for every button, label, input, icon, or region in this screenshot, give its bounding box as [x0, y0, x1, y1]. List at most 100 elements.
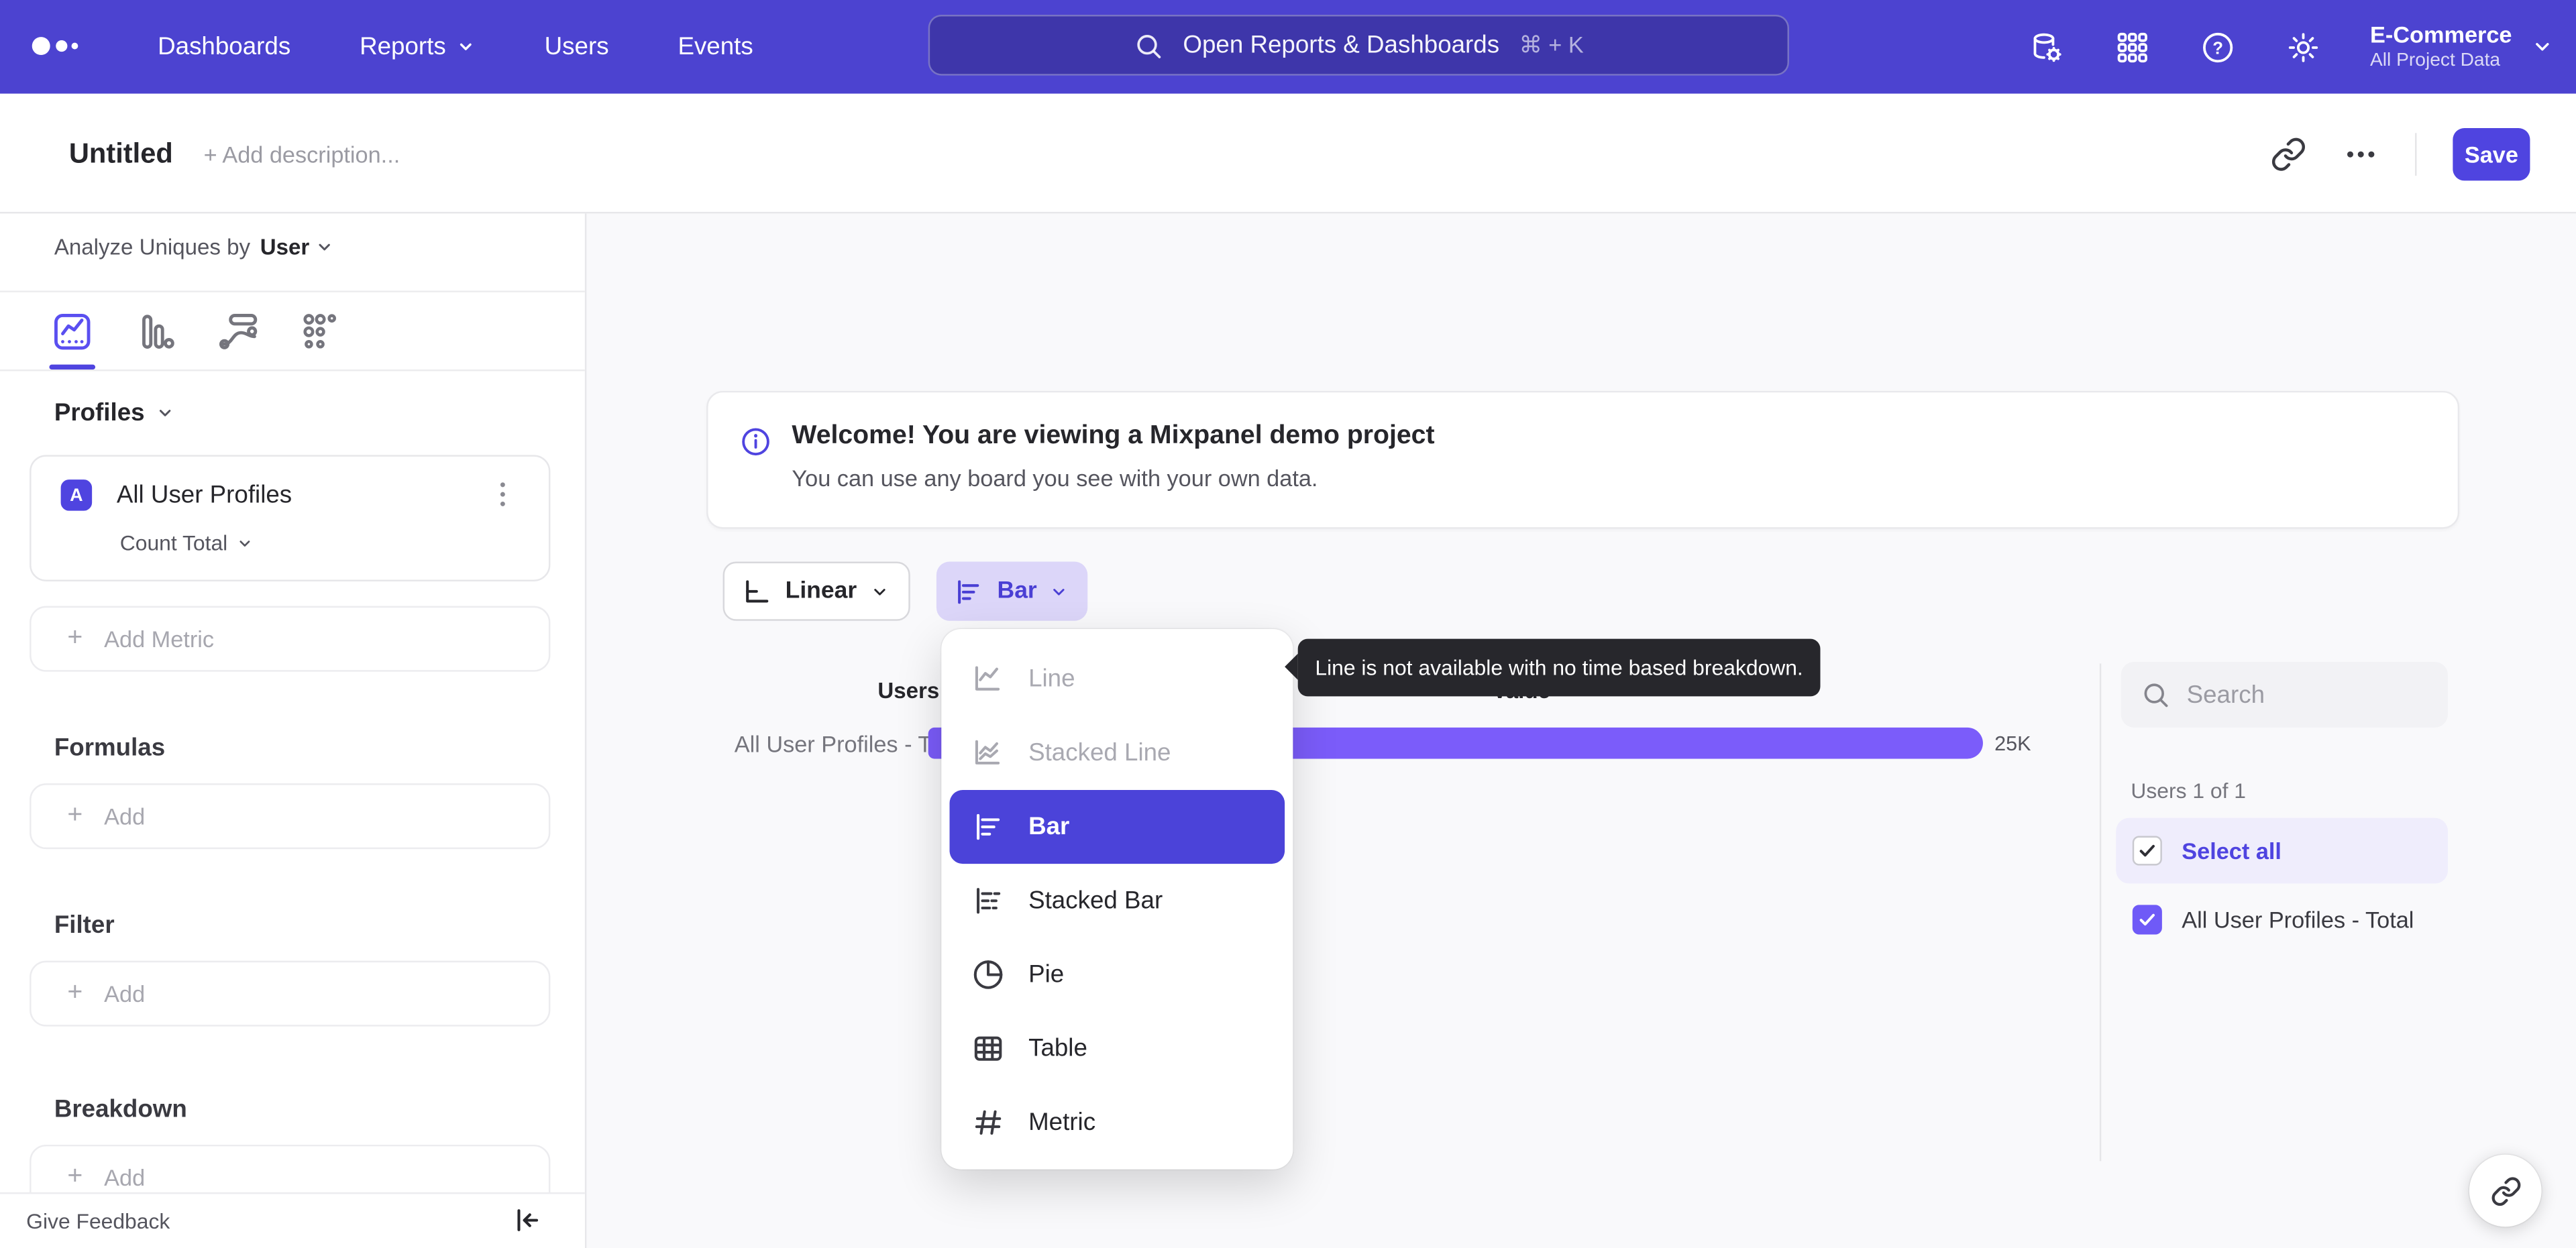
add-filter-button[interactable]: + Add: [30, 960, 551, 1027]
nav-dashboards-label: Dashboards: [158, 32, 291, 61]
bar-chart-icon: [977, 813, 1000, 840]
stacked-line-chart-icon: [975, 740, 1000, 764]
give-feedback-link[interactable]: Give Feedback: [26, 1208, 170, 1233]
add-breakdown-label: Add: [104, 1164, 146, 1191]
search-icon: [1137, 34, 1161, 58]
metric-card[interactable]: A All User Profiles Count Total: [30, 455, 551, 581]
chart-type-button[interactable]: Bar: [936, 561, 1088, 621]
tab-funnels[interactable]: [131, 308, 178, 355]
query-builder-sidebar: Analyze Uniques by User Profiles A All U…: [0, 213, 587, 1248]
menu-item-stacked-bar-label: Stacked Bar: [1028, 887, 1163, 915]
line-chart-icon: [975, 666, 1000, 691]
add-formula-label: Add: [104, 803, 146, 830]
chart-type-dropdown: Line Stacked Line Bar Stacked Bar Pie Ta…: [941, 628, 1293, 1170]
stacked-bar-chart-icon: [977, 888, 1001, 914]
add-metric-label: Add Metric: [104, 626, 215, 653]
profiles-section-header[interactable]: Profiles: [54, 399, 174, 427]
series-row[interactable]: All User Profiles - Total: [2116, 890, 2448, 949]
series-checkbox[interactable]: [2132, 905, 2162, 935]
menu-item-table[interactable]: Table: [950, 1012, 1285, 1086]
nav-reports[interactable]: Reports: [360, 33, 476, 61]
table-icon: [974, 1036, 1002, 1061]
mixpanel-logo-icon[interactable]: [26, 23, 92, 69]
add-metric-button[interactable]: + Add Metric: [30, 606, 551, 672]
demo-banner: Welcome! You are viewing a Mixpanel demo…: [706, 390, 2460, 529]
menu-item-metric[interactable]: Metric: [950, 1086, 1285, 1159]
more-options-button[interactable]: [2343, 135, 2379, 172]
plus-icon: +: [67, 978, 83, 1007]
pie-chart-icon: [973, 960, 1003, 989]
share-link-fab[interactable]: [2469, 1154, 2542, 1227]
help-icon[interactable]: ?: [2199, 29, 2235, 65]
global-search-input[interactable]: Open Reports & Dashboards ⌘ + K: [928, 15, 1789, 76]
sidebar-tabs: [0, 292, 585, 372]
menu-item-line-label: Line: [1028, 665, 1075, 693]
data-management-icon[interactable]: [2029, 29, 2065, 65]
apps-grid-icon[interactable]: [2114, 29, 2150, 65]
report-header: Untitled + Add description... Save: [0, 93, 2576, 214]
nav-events[interactable]: Events: [678, 33, 753, 61]
analyze-entity-value: User: [260, 235, 310, 260]
bar-chart-icon: [958, 579, 979, 604]
scale-selector-button[interactable]: Linear: [722, 561, 910, 621]
menu-item-stacked-line[interactable]: Stacked Line: [950, 716, 1285, 790]
global-search-placeholder: Open Reports & Dashboards: [1183, 31, 1500, 60]
settings-gear-icon[interactable]: [2285, 29, 2321, 65]
chevron-down-icon: [319, 243, 331, 251]
select-all-label: Select all: [2182, 837, 2282, 864]
formulas-section-title: Formulas: [54, 734, 166, 762]
add-formula-button[interactable]: + Add: [30, 783, 551, 850]
chart-type-label: Bar: [997, 578, 1037, 605]
menu-item-bar[interactable]: Bar: [949, 789, 1285, 864]
nav-dashboards[interactable]: Dashboards: [158, 33, 290, 61]
scale-label: Linear: [785, 578, 857, 605]
nav-users-label: Users: [544, 32, 609, 61]
top-nav-right: ? E-Commerce All Project Data: [2029, 0, 2553, 94]
tooltip-arrow: [1285, 653, 1298, 680]
nav-events-label: Events: [678, 32, 753, 61]
select-all-checkbox[interactable]: [2132, 836, 2162, 866]
project-scope: All Project Data: [2369, 50, 2501, 71]
chevron-down-icon: [160, 410, 171, 416]
check-icon: [2139, 913, 2155, 926]
banner-subtitle: You can use any board you see with your …: [792, 465, 1318, 492]
menu-item-stacked-bar[interactable]: Stacked Bar: [950, 864, 1285, 938]
menu-item-metric-label: Metric: [1028, 1109, 1096, 1137]
analyze-prefix-label: Analyze Uniques by: [54, 235, 251, 260]
series-search-placeholder: Search: [2186, 681, 2265, 709]
analyze-entity-dropdown[interactable]: User: [260, 235, 334, 260]
menu-item-line[interactable]: Line: [950, 642, 1285, 716]
chevron-down-icon: [460, 43, 472, 50]
menu-item-stacked-line-label: Stacked Line: [1028, 739, 1171, 767]
tab-flows[interactable]: [215, 308, 262, 355]
copy-link-button[interactable]: [2271, 135, 2307, 172]
info-icon: [739, 425, 772, 458]
nav-users[interactable]: Users: [545, 33, 609, 61]
tab-insights[interactable]: [49, 308, 95, 355]
tooltip-text: Line is not available with no time based…: [1315, 655, 1803, 680]
series-search-input[interactable]: Search: [2121, 661, 2449, 728]
collapse-sidebar-icon[interactable]: [509, 1204, 542, 1237]
chevron-down-icon: [1053, 587, 1065, 595]
project-switcher[interactable]: E-Commerce All Project Data: [2370, 21, 2553, 72]
filter-section-title: Filter: [54, 911, 115, 940]
project-info: E-Commerce All Project Data: [2370, 21, 2512, 72]
tab-retention[interactable]: [297, 308, 343, 355]
report-title[interactable]: Untitled: [69, 137, 173, 170]
mixpanel-report-page: Dashboards Reports Users Events Open Rep…: [0, 0, 2576, 1248]
check-icon: [2139, 844, 2155, 857]
chevron-down-icon: [873, 587, 885, 595]
chevron-down-icon: [2536, 43, 2549, 51]
save-button[interactable]: Save: [2453, 127, 2530, 180]
metric-hash-icon: [975, 1110, 1002, 1135]
menu-item-pie-label: Pie: [1028, 960, 1065, 989]
metric-kebab-menu[interactable]: [486, 478, 519, 511]
metric-aggregation-dropdown[interactable]: Count Total: [120, 530, 252, 555]
select-all-row[interactable]: Select all: [2116, 817, 2449, 884]
menu-item-pie[interactable]: Pie: [950, 938, 1285, 1011]
series-count-label: Users 1 of 1: [2131, 778, 2247, 803]
metric-aggregation-value: Count Total: [119, 530, 228, 555]
add-description-field[interactable]: + Add description...: [204, 140, 400, 166]
metric-name: All User Profiles: [116, 481, 292, 510]
link-icon: [2491, 1176, 2520, 1205]
